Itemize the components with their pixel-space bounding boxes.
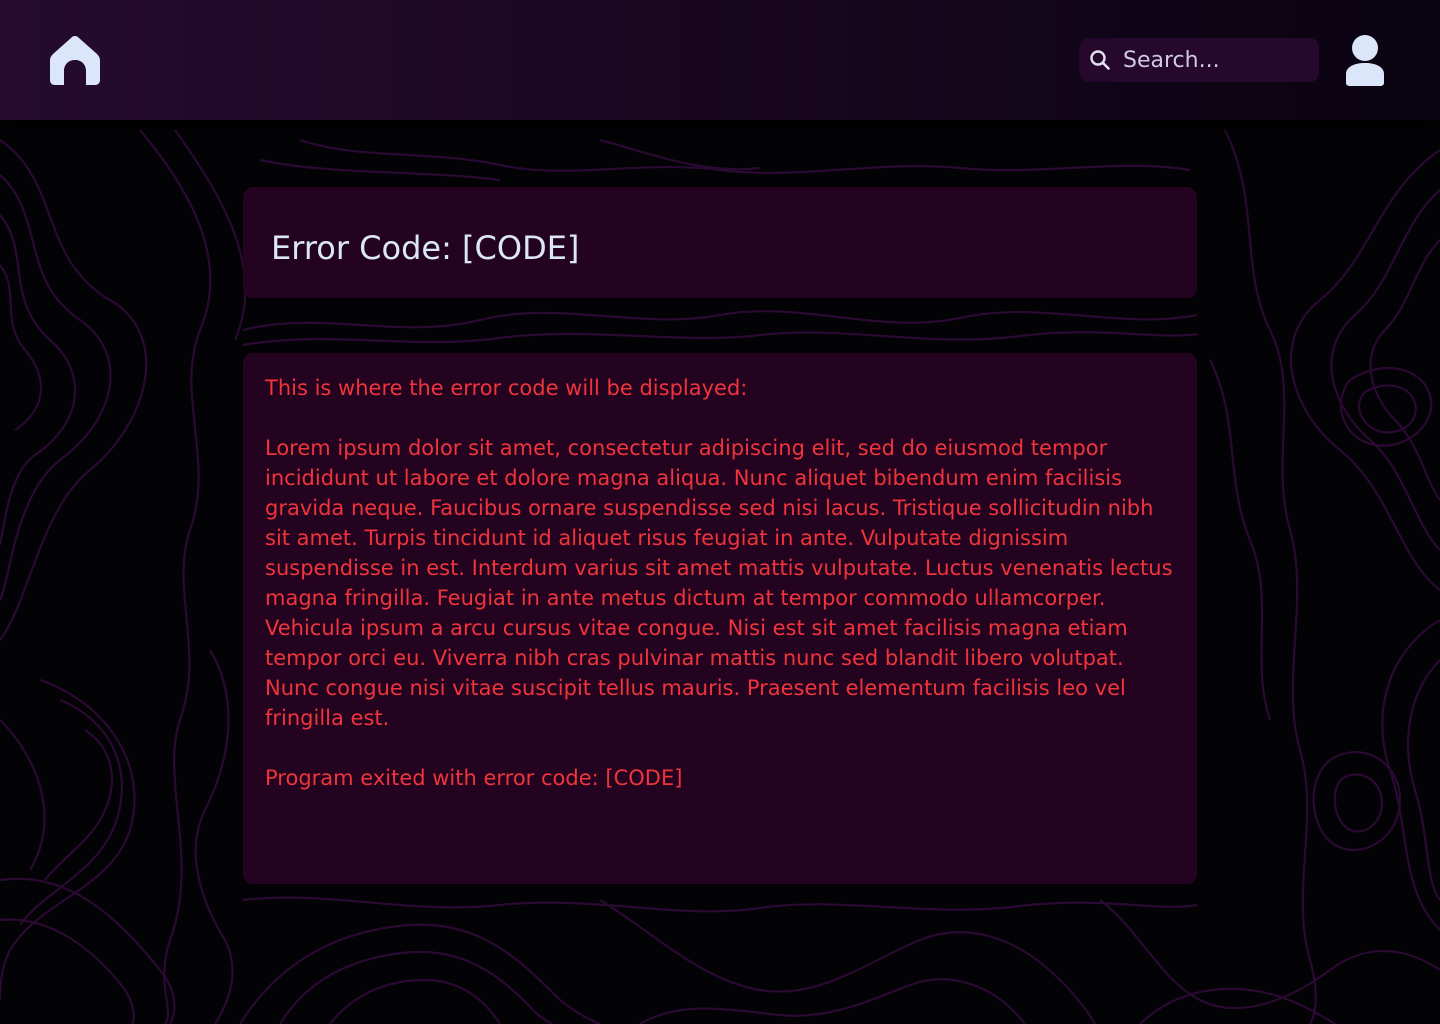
- error-title-card: Error Code: [CODE]: [243, 187, 1197, 298]
- error-title: Error Code: [CODE]: [271, 229, 580, 267]
- home-icon[interactable]: [48, 34, 102, 88]
- top-nav-bar: [0, 0, 1440, 120]
- search-input[interactable]: [1123, 47, 1313, 73]
- user-icon[interactable]: [1344, 34, 1386, 88]
- search-bar[interactable]: [1079, 38, 1319, 82]
- error-body: Lorem ipsum dolor sit amet, consectetur …: [265, 436, 1173, 730]
- error-footer: Program exited with error code: [CODE]: [265, 766, 683, 790]
- error-intro: This is where the error code will be dis…: [265, 376, 748, 400]
- search-icon: [1090, 50, 1110, 70]
- error-details-card: This is where the error code will be dis…: [243, 353, 1197, 884]
